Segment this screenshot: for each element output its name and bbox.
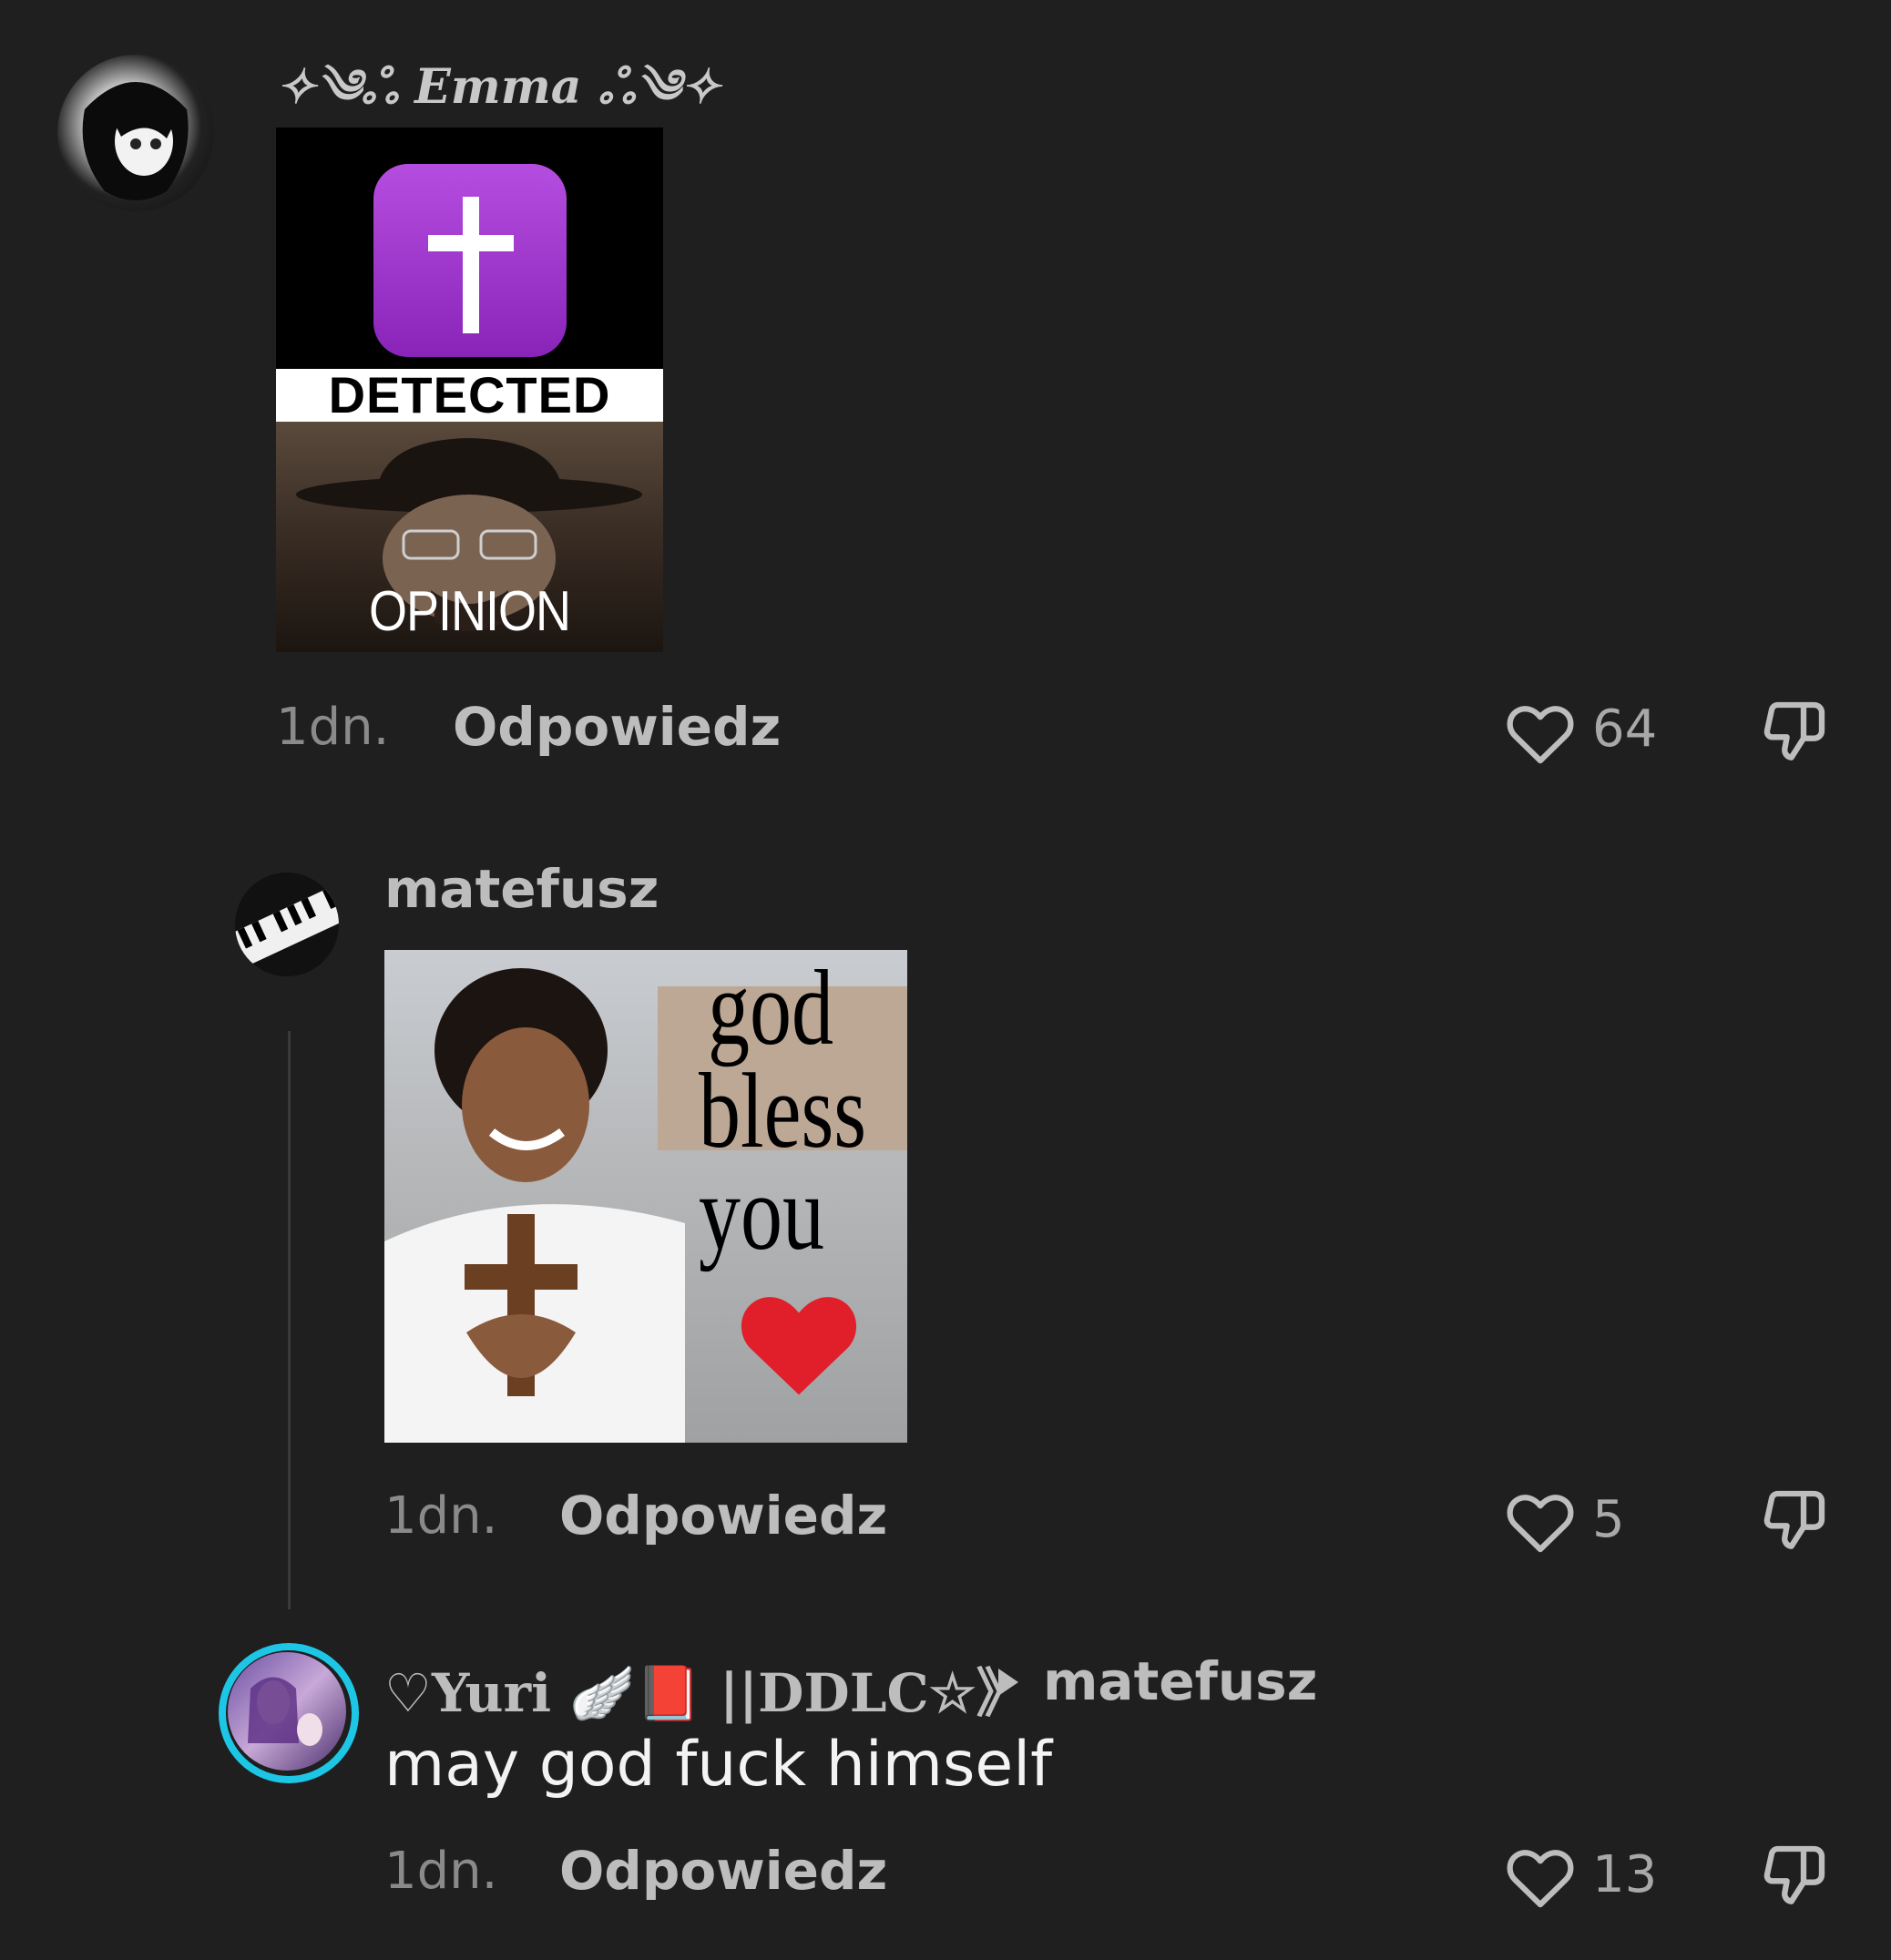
dislike-icon[interactable] bbox=[1758, 696, 1831, 769]
avatar-emma[interactable] bbox=[57, 55, 214, 211]
comment-time: 1dn. bbox=[384, 1842, 498, 1901]
bless-word: bless bbox=[699, 1051, 867, 1170]
dislike-icon[interactable] bbox=[1758, 1485, 1831, 1557]
cross-tile bbox=[373, 164, 567, 357]
avatar-art bbox=[82, 82, 189, 200]
heart-outline-icon[interactable] bbox=[1503, 699, 1578, 765]
comment-username[interactable]: ♡Yuri 🪽📕 ||DDLC☆》 bbox=[384, 1650, 1029, 1727]
comment-image-detected-meme[interactable]: DETECTED OPINION REJECTED bbox=[276, 128, 663, 652]
comment-username[interactable]: matefusz bbox=[384, 858, 659, 920]
comment-time: 1dn. bbox=[384, 1486, 498, 1546]
like-count: 64 bbox=[1592, 699, 1658, 759]
heart-outline-icon[interactable] bbox=[1503, 1488, 1578, 1554]
reply-to-username[interactable]: matefusz bbox=[1043, 1650, 1317, 1712]
like-count: 13 bbox=[1592, 1845, 1658, 1904]
thread-line bbox=[288, 1031, 291, 1609]
man-photo bbox=[384, 950, 685, 1443]
avatar-matefusz[interactable] bbox=[235, 873, 339, 976]
comment-time: 1dn. bbox=[276, 698, 390, 757]
cross-icon bbox=[428, 197, 514, 333]
god-word: god bbox=[708, 950, 834, 1067]
like-count: 5 bbox=[1592, 1490, 1625, 1549]
piano-keys-art bbox=[235, 882, 339, 970]
dislike-icon[interactable] bbox=[1758, 1840, 1831, 1913]
detected-label: DETECTED bbox=[276, 369, 663, 422]
reply-button[interactable]: Odpowiedz bbox=[559, 1840, 887, 1902]
you-word: you bbox=[699, 1153, 825, 1272]
reply-button[interactable]: Odpowiedz bbox=[453, 696, 781, 758]
avatar-yuri-story-ring[interactable] bbox=[219, 1643, 359, 1783]
opinion-rejected-label: OPINION REJECTED bbox=[343, 579, 597, 652]
heart-outline-icon[interactable] bbox=[1503, 1843, 1578, 1909]
reply-button[interactable]: Odpowiedz bbox=[559, 1485, 887, 1547]
red-heart-icon bbox=[735, 1282, 863, 1401]
play-triangle-icon bbox=[997, 1667, 1020, 1698]
avatar-yuri bbox=[228, 1652, 346, 1771]
comment-text: may god fuck himself bbox=[384, 1729, 1053, 1801]
comment-image-god-bless-you-meme[interactable]: god bless you bbox=[384, 950, 907, 1443]
